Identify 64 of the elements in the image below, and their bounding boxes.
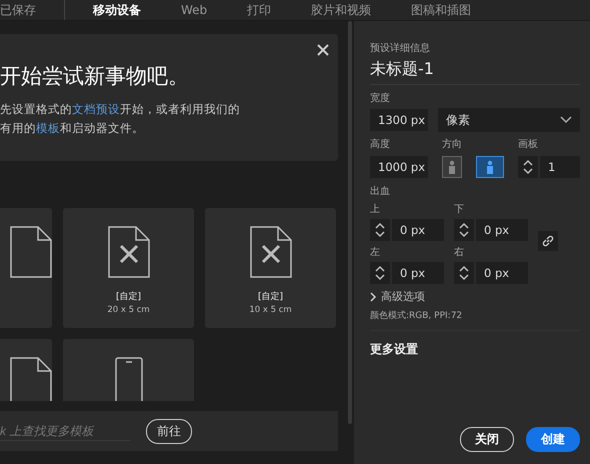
tab[interactable]: 图稿和插图 <box>391 3 492 17</box>
banner-text: 和启动器文件。 <box>60 120 144 137</box>
bleed-field[interactable]: 0 px <box>476 219 528 241</box>
tab[interactable]: 已保存 <box>0 3 56 17</box>
chevron-right-icon[interactable] <box>370 292 377 302</box>
banner-title: 开始尝试新事物吧。 <box>0 63 190 90</box>
field-label: 上 <box>370 202 381 216</box>
bleed-field[interactable]: 0 px <box>392 219 444 241</box>
go-button[interactable]: 前往 <box>146 418 192 444</box>
portrait-button[interactable] <box>442 156 462 178</box>
color-mode-text: 颜色模式:RGB, PPI:72 <box>370 310 464 322</box>
field-label: 左 <box>370 246 381 259</box>
banner-text: 开始，或者利用我们的 <box>120 101 240 118</box>
preset-card[interactable]: [自定] 10 x 5 cm <box>205 208 336 328</box>
close-icon[interactable] <box>316 42 330 56</box>
field-label: 画板 <box>518 138 539 151</box>
stepper-arrows-icon[interactable] <box>370 219 390 241</box>
tab[interactable]: 胶片和视频 <box>291 3 392 17</box>
section-heading: 预设详细信息 <box>370 42 431 55</box>
artboards-field[interactable]: 1 <box>540 156 580 178</box>
field-label: 右 <box>454 246 465 259</box>
preset-card[interactable]: [自定] 20 x 5 cm <box>63 208 194 328</box>
unit-dropdown[interactable]: 像素 <box>438 108 580 132</box>
document-icon <box>108 226 150 278</box>
width-field[interactable]: 1300 px <box>370 109 428 131</box>
stepper-arrows-icon[interactable] <box>370 262 390 284</box>
search-field[interactable]: k 上查找更多模板 <box>0 422 130 440</box>
advanced-options-toggle[interactable]: 高级选项 <box>381 289 425 304</box>
field-label: 宽度 <box>370 92 391 105</box>
preset-name: [自定] <box>258 290 284 303</box>
height-field[interactable]: 1000 px <box>370 156 428 178</box>
bleed-field[interactable]: 0 px <box>392 262 444 284</box>
person-icon <box>486 160 494 174</box>
person-icon <box>448 160 456 174</box>
preset-size: 20 x 5 cm <box>107 305 150 315</box>
field-label: 下 <box>454 203 465 216</box>
stepper-arrows-icon[interactable] <box>454 262 474 284</box>
preset-name: [自定] <box>116 290 142 303</box>
document-icon <box>250 226 292 278</box>
field-label: 方向 <box>442 138 463 151</box>
preset-size: 10 x 5 cm <box>249 305 292 315</box>
field-label: 高度 <box>370 138 391 151</box>
tab[interactable]: 打印 <box>227 3 292 17</box>
landscape-button[interactable] <box>476 156 504 178</box>
bleed-field[interactable]: 0 px <box>476 262 528 284</box>
banner-text: 有用的 <box>0 120 36 137</box>
tab[interactable]: 移动设备 <box>73 3 161 17</box>
close-button[interactable]: 关闭 <box>460 427 514 452</box>
document-icon <box>10 226 52 278</box>
create-button[interactable]: 创建 <box>526 427 580 452</box>
chevron-down-icon <box>560 116 572 124</box>
stepper-arrows-icon[interactable] <box>518 156 538 178</box>
preset-card[interactable] <box>0 208 52 328</box>
phone-icon <box>114 357 142 401</box>
document-name-field[interactable]: 未标题-1 <box>370 55 580 85</box>
link[interactable]: 模板 <box>36 119 60 138</box>
tab[interactable]: Web <box>161 3 228 17</box>
more-settings-heading[interactable]: 更多设置 <box>370 330 580 358</box>
field-label: 出血 <box>370 184 391 198</box>
banner-text: 先设置格式的 <box>0 101 72 118</box>
link[interactable]: 文档预设 <box>72 100 120 119</box>
link-icon[interactable] <box>538 231 558 251</box>
stepper-arrows-icon[interactable] <box>454 219 474 241</box>
document-icon <box>10 357 52 401</box>
